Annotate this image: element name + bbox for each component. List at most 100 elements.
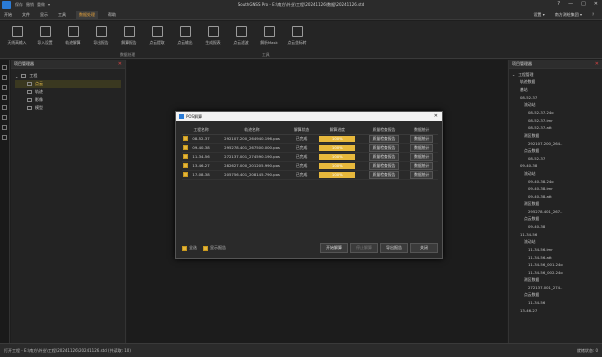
antenna-height-button[interactable]: 天线高输入 xyxy=(2,24,32,54)
stop-solve-button[interactable]: 停止解算 xyxy=(350,243,378,253)
tree-item[interactable]: 基站 xyxy=(512,86,599,94)
settings-menu[interactable]: 设置 ▾ xyxy=(533,12,544,18)
quality-report-button[interactable]: 质量检查报告 xyxy=(368,143,400,152)
quality-report-button[interactable]: 质量检查报告 xyxy=(368,152,400,161)
tree-item[interactable]: 轨迹数据 xyxy=(512,79,599,87)
tool-icon[interactable] xyxy=(2,95,7,100)
close-dialog-button[interactable]: 关闭 xyxy=(410,243,438,253)
coord-convert-button[interactable]: 点云坐标转 xyxy=(282,24,312,54)
menu-data-processing[interactable]: 数据处理 xyxy=(76,10,98,19)
row-checkbox[interactable] xyxy=(182,144,188,150)
tool-icon[interactable] xyxy=(2,115,7,120)
tool-icon[interactable] xyxy=(2,125,7,130)
table-row[interactable]: 09-40-38 295278.401_267500.000.pos 已完成 1… xyxy=(182,143,438,153)
tree-item[interactable]: 11-34-56_001.24o xyxy=(512,261,599,269)
menu-tools[interactable]: 工具 xyxy=(58,12,66,18)
minimize-button[interactable]: — xyxy=(568,1,573,7)
about-menu[interactable]: ？ xyxy=(592,12,596,18)
row-checkbox[interactable] xyxy=(182,162,188,168)
tree-item[interactable]: 点云 xyxy=(15,80,121,88)
pointcloud-filter-button[interactable]: 点云滤波 xyxy=(226,24,256,54)
generate-table-button[interactable]: 生成报表 xyxy=(198,24,228,54)
row-checkbox[interactable] xyxy=(182,153,188,159)
start-solve-button[interactable]: 开始解算 xyxy=(320,243,348,253)
row-checkbox[interactable] xyxy=(182,135,188,141)
tree-item[interactable]: 11-34-56.imr xyxy=(512,246,599,254)
menu-view[interactable]: 显示 xyxy=(40,12,48,18)
tree-item[interactable]: ⌄ 工程 xyxy=(15,72,121,80)
tree-item[interactable]: 08-52-37.imr xyxy=(512,117,599,125)
close-window-button[interactable]: ✕ xyxy=(594,1,598,7)
panel-close-icon[interactable]: ✕ xyxy=(118,61,122,67)
tree-item[interactable]: 点云数据 xyxy=(512,291,599,299)
tree-item[interactable]: 09-40-38.att xyxy=(512,193,599,201)
tree-item[interactable]: 292107.200_264.. xyxy=(512,139,599,147)
table-row[interactable]: 08-52-37 292107.200_264940.196.pos 已完成 1… xyxy=(182,134,438,144)
dialog-close-button[interactable]: ✕ xyxy=(434,113,438,119)
data-stats-button[interactable]: 数据统计 xyxy=(410,143,434,152)
tree-item[interactable]: 11-34-56 xyxy=(512,299,599,307)
data-stats-button[interactable]: 数据统计 xyxy=(410,161,434,170)
tool-icon[interactable] xyxy=(2,75,7,80)
tree-item[interactable]: 08-52-37 xyxy=(512,155,599,163)
tree-item[interactable]: 09-40-38 xyxy=(512,162,599,170)
menu-file[interactable]: 文件 xyxy=(22,12,30,18)
tree-item[interactable]: 09-40-38.24o xyxy=(512,177,599,185)
tree-item[interactable]: 流动站 xyxy=(512,170,599,178)
parse-mask-button[interactable]: 解析Mask xyxy=(254,24,284,54)
data-stats-button[interactable]: 数据统计 xyxy=(410,152,434,161)
table-row[interactable]: 13-46-27 282627.000_201205.990.pos 已完成 1… xyxy=(182,161,438,171)
tree-item[interactable]: 流动站 xyxy=(512,238,599,246)
org-menu[interactable]: 南方测绘集团 ▾ xyxy=(555,12,582,18)
quality-report-button[interactable]: 质量检查报告 xyxy=(368,134,400,143)
tree-item[interactable]: 流动站 xyxy=(512,101,599,109)
tool-icon[interactable] xyxy=(2,85,7,90)
tree-item[interactable]: 测区数据 xyxy=(512,132,599,140)
tool-icon[interactable] xyxy=(2,135,7,140)
tree-item[interactable]: 点云数据 xyxy=(512,147,599,155)
tree-item[interactable]: 11-34-56.att xyxy=(512,253,599,261)
solve-report-button[interactable]: 解算报告 xyxy=(114,24,144,54)
tree-item[interactable]: 13-46-27 xyxy=(512,306,599,314)
tool-icon[interactable] xyxy=(2,105,7,110)
quality-report-button[interactable]: 质量检查报告 xyxy=(368,170,400,179)
row-checkbox[interactable] xyxy=(182,171,188,177)
tree-item[interactable]: 08-52-37.24o xyxy=(512,109,599,117)
cloud-icon xyxy=(151,26,163,37)
tree-item[interactable]: 影像 xyxy=(15,96,121,104)
select-all-checkbox[interactable]: 全选 xyxy=(182,245,197,251)
tree-item[interactable]: ⌄ 工程管理 xyxy=(512,71,599,79)
panel-close-icon[interactable]: ✕ xyxy=(595,61,599,67)
import-settings-button[interactable]: 导入设置 xyxy=(30,24,60,54)
tree-item[interactable]: 272137.001_274.. xyxy=(512,284,599,292)
maximize-button[interactable]: □ xyxy=(581,1,586,7)
tree-item[interactable]: 295278.401_267.. xyxy=(512,208,599,216)
tree-item[interactable]: 测区数据 xyxy=(512,200,599,208)
menu-start[interactable]: 开始 xyxy=(4,12,12,18)
data-stats-button[interactable]: 数据统计 xyxy=(410,170,434,179)
show-report-checkbox[interactable]: 显示报告 xyxy=(203,245,226,251)
tool-icon[interactable] xyxy=(2,65,7,70)
tree-item[interactable]: 11-34-56 xyxy=(512,230,599,238)
menu-help[interactable]: 帮助 xyxy=(108,12,116,18)
trajectory-solve-button[interactable]: 轨迹解算 xyxy=(58,24,88,54)
table-row[interactable]: 17-08-38 205756.401_208145.790.pos 已完成 1… xyxy=(182,170,438,180)
pointcloud-output-button[interactable]: 点云输出 xyxy=(170,24,200,54)
tree-item[interactable]: 09-40-38 xyxy=(512,223,599,231)
help-icon[interactable]: ? xyxy=(557,1,560,7)
pointcloud-extract-button[interactable]: 点云提取 xyxy=(142,24,172,54)
tree-item[interactable]: 08-52-37 xyxy=(512,94,599,102)
export-report-button[interactable]: 导出报告 xyxy=(86,24,116,54)
tree-item[interactable]: 点云数据 xyxy=(512,215,599,223)
tree-item[interactable]: 09-40-38.imr xyxy=(512,185,599,193)
table-row[interactable]: 11-34-56 272137.001_274590.190.pos 已完成 1… xyxy=(182,152,438,162)
solve-table: 工程名称 轨迹名称 解算状态 解算进度 质量检查报告 数据统计 08-52-37… xyxy=(182,126,438,180)
tree-item[interactable]: 08-52-37.att xyxy=(512,124,599,132)
tree-item[interactable]: 模型 xyxy=(15,104,121,112)
tree-item[interactable]: 测区数据 xyxy=(512,276,599,284)
quality-report-button[interactable]: 质量检查报告 xyxy=(368,161,400,170)
tree-item[interactable]: 11-34-56_002.24o xyxy=(512,268,599,276)
data-stats-button[interactable]: 数据统计 xyxy=(410,134,434,143)
tree-item[interactable]: 轨迹 xyxy=(15,88,121,96)
export-report-dialog-button[interactable]: 导出报告 xyxy=(380,243,408,253)
